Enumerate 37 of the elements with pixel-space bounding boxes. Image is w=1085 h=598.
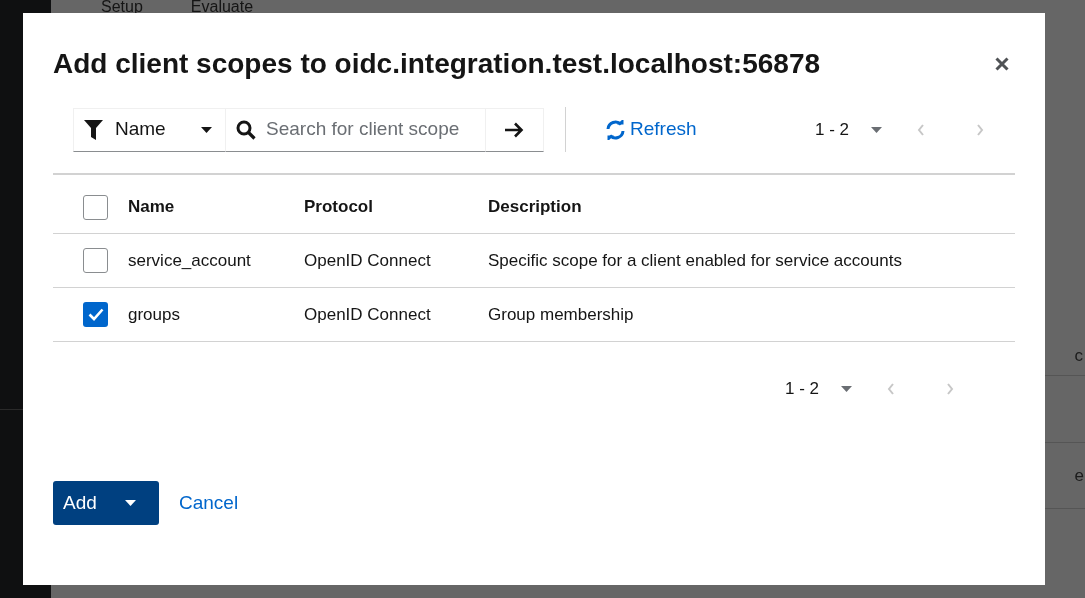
checkbox[interactable] bbox=[83, 248, 108, 273]
cut-off-text: e bbox=[1074, 464, 1084, 487]
checkbox[interactable] bbox=[83, 194, 108, 220]
checkmark-icon bbox=[87, 308, 104, 321]
table-cell-text: groups bbox=[128, 303, 181, 326]
refresh-icon bbox=[605, 119, 626, 140]
caret-icon bbox=[124, 500, 136, 506]
table-cell-text: OpenID Connect bbox=[304, 303, 432, 326]
chevron-left-icon bbox=[917, 123, 925, 136]
filter-icon bbox=[84, 119, 103, 140]
chevron-left-icon bbox=[887, 383, 895, 395]
refresh-button[interactable]: Refresh bbox=[605, 115, 697, 144]
cut-off-text: c bbox=[1074, 344, 1083, 367]
chevron-right-icon bbox=[976, 123, 984, 136]
arrow-right-icon bbox=[505, 121, 524, 138]
table-cell-text: service_account bbox=[128, 249, 252, 272]
caret-icon bbox=[841, 386, 852, 392]
filter-dropdown[interactable]: Name bbox=[73, 107, 226, 152]
column-header: Description bbox=[488, 196, 582, 219]
pagination-range-toggle[interactable]: 1 - 2 bbox=[814, 116, 882, 143]
column-header: Protocol bbox=[304, 196, 374, 219]
chevron-right-icon bbox=[946, 383, 954, 395]
table-cell-text: OpenID Connect bbox=[304, 249, 432, 272]
table-cell-text: Specific scope for a client enabled for service accounts bbox=[488, 249, 902, 272]
caret-icon bbox=[871, 126, 882, 133]
caret-icon bbox=[201, 126, 212, 133]
pagination-range-toggle[interactable]: 1 - 2 bbox=[784, 376, 852, 402]
add-button[interactable]: Add bbox=[53, 481, 159, 525]
search-submit-button[interactable] bbox=[485, 107, 544, 152]
column-header: Name bbox=[128, 196, 176, 219]
search-field[interactable]: Search for client scope bbox=[226, 107, 485, 152]
table-cell-text: Group membership bbox=[488, 303, 634, 326]
checkbox[interactable] bbox=[83, 302, 108, 327]
cancel-link[interactable]: Cancel bbox=[179, 488, 239, 518]
search-input[interactable]: Search for client scope bbox=[266, 115, 485, 144]
search-icon bbox=[236, 119, 256, 140]
modal-title: Add client scopes to oidc.integration.test.localhost:56878 bbox=[53, 47, 821, 81]
